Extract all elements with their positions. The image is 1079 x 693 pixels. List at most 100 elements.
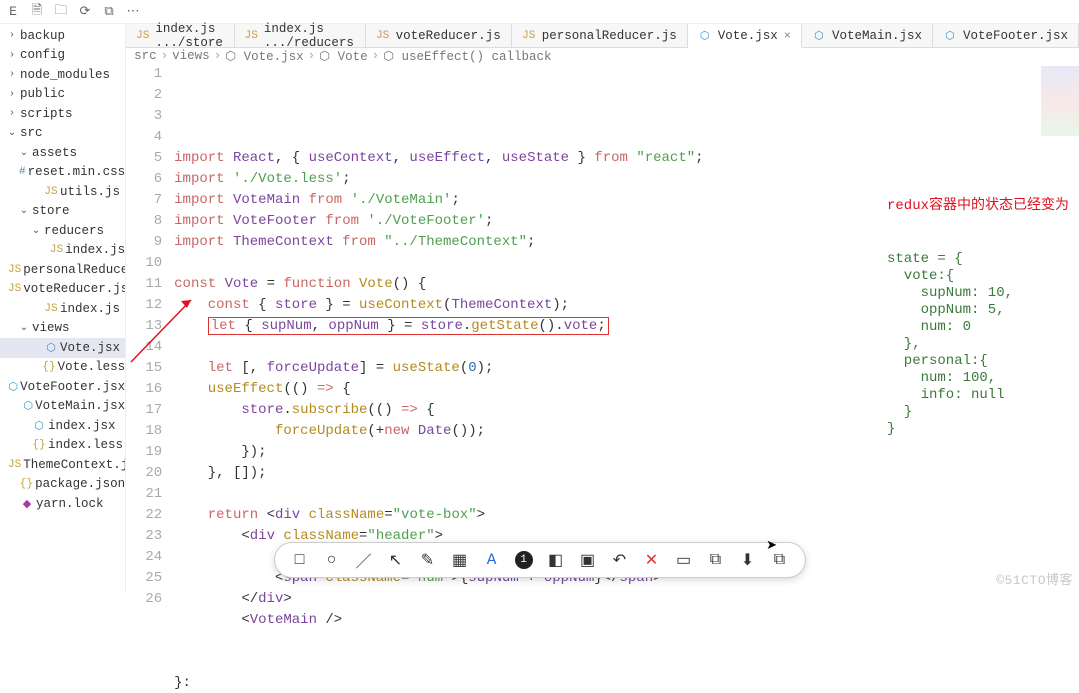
tree-item[interactable]: {}package.json: [0, 475, 125, 495]
editor-tab[interactable]: JS voteReducer.js: [366, 24, 512, 47]
tree-item[interactable]: {}Vote.less: [0, 358, 125, 378]
tree-item[interactable]: JSpersonalReduce...: [0, 260, 125, 280]
toolbar-item[interactable]: ▭: [675, 551, 693, 569]
breadcrumb-item[interactable]: src: [134, 49, 157, 63]
tree-label: VoteMain.jsx: [35, 399, 125, 413]
file-icon: JS: [8, 283, 21, 295]
tree-item[interactable]: JSThemeContext.js: [0, 455, 125, 475]
toolbar-item[interactable]: ⬇: [739, 551, 757, 569]
code-editor[interactable]: 1234567891011121314151617181920212223242…: [126, 64, 1079, 693]
filetype-icon: JS: [376, 30, 390, 42]
code-line[interactable]: <VoteMain />: [174, 610, 1079, 631]
code-line[interactable]: [174, 484, 1079, 505]
tree-label: scripts: [20, 107, 73, 121]
toolbar-item[interactable]: ✕: [643, 551, 661, 569]
new-folder-icon[interactable]: 🗀: [54, 5, 68, 19]
filetype-icon: JS: [136, 30, 149, 42]
tree-item[interactable]: JSutils.js: [0, 182, 125, 202]
breadcrumb-item[interactable]: views: [172, 49, 210, 63]
tree-item[interactable]: ⬡index.jsx: [0, 416, 125, 436]
toolbar-item[interactable]: ／: [355, 551, 373, 569]
tree-item[interactable]: ›scripts: [0, 104, 125, 124]
code-line[interactable]: }:: [174, 673, 1079, 693]
tree-item[interactable]: ⌄src: [0, 124, 125, 144]
tree-label: package.json: [35, 477, 125, 491]
editor-tab[interactable]: JSindex.js .../reducers: [235, 24, 366, 47]
file-icon: {}: [32, 439, 46, 451]
tree-label: index.less: [48, 438, 123, 452]
tree-item[interactable]: #reset.min.css: [0, 163, 125, 183]
tree-label: node_modules: [20, 68, 110, 82]
tree-label: VoteFooter.jsx: [20, 380, 125, 394]
tree-item[interactable]: ›config: [0, 46, 125, 66]
tree-item[interactable]: ◆yarn.lock: [0, 494, 125, 514]
toolbar-item[interactable]: ▣: [579, 551, 597, 569]
file-icon: ⬡: [24, 399, 34, 413]
close-icon[interactable]: ×: [784, 29, 791, 43]
tree-item[interactable]: JSindex.js: [0, 241, 125, 261]
line-gutter: 1234567891011121314151617181920212223242…: [126, 64, 174, 693]
annotation-title: redux容器中的状态已经变为: [887, 198, 1069, 215]
toolbar-item[interactable]: ↶: [611, 551, 629, 569]
minimap[interactable]: [1041, 66, 1079, 136]
toolbar-item[interactable]: ⧉: [771, 551, 789, 569]
collapse-icon[interactable]: ⧉: [102, 5, 116, 19]
toolbar-item[interactable]: A: [483, 551, 501, 569]
toolbar-item[interactable]: ✎: [419, 551, 437, 569]
breadcrumb-item[interactable]: ⬡ Vote: [319, 48, 367, 64]
editor-tab[interactable]: JSindex.js .../store: [126, 24, 235, 47]
tree-item[interactable]: ›backup: [0, 26, 125, 46]
editor-tab[interactable]: ⬡VoteMain.jsx: [802, 24, 933, 47]
screenshot-toolbar[interactable]: □ ○ ／ ↖ ✎ ▦ A1 ◧ ▣ ↶ ✕ ▭ ⧉ ⬇ ⧉: [274, 542, 806, 578]
toolbar-item[interactable]: ▦: [451, 551, 469, 569]
cursor-icon: ➤: [766, 538, 777, 553]
file-icon: JS: [44, 303, 58, 315]
tree-item[interactable]: ›public: [0, 85, 125, 105]
annotation-overlay: redux容器中的状态已经变为 state = { vote:{ supNum:…: [887, 164, 1069, 472]
code-line[interactable]: [174, 652, 1079, 673]
toolbar-item[interactable]: 1: [515, 551, 533, 569]
tree-label: index.js: [65, 243, 125, 257]
tree-item[interactable]: ⌄store: [0, 202, 125, 222]
tree-item[interactable]: ⌄views: [0, 319, 125, 339]
tab-label: voteReducer.js: [396, 29, 501, 43]
toolbar-item[interactable]: □: [291, 551, 309, 569]
tree-item[interactable]: {}index.less: [0, 436, 125, 456]
code-line[interactable]: </div>: [174, 589, 1079, 610]
editor-tabs: JSindex.js .../storeJSindex.js .../reduc…: [126, 24, 1079, 48]
refresh-icon[interactable]: ⟳: [78, 5, 92, 19]
tree-item[interactable]: JSvoteReducer.js: [0, 280, 125, 300]
tree-item[interactable]: ⬡VoteMain.jsx: [0, 397, 125, 417]
tree-label: views: [32, 321, 70, 335]
breadcrumb-item[interactable]: ⬡ useEffect() callback: [383, 48, 551, 64]
tree-label: Vote.jsx: [60, 341, 120, 355]
tab-label: personalReducer.js: [542, 29, 677, 43]
code-line[interactable]: [174, 631, 1079, 652]
tree-item[interactable]: ⌄reducers: [0, 221, 125, 241]
tree-label: assets: [32, 146, 77, 160]
tree-label: public: [20, 87, 65, 101]
breadcrumb[interactable]: src›views›⬡ Vote.jsx›⬡ Vote›⬡ useEffect(…: [126, 48, 1079, 64]
annotation-body: state = { vote:{ supNum: 10, oppNum: 5, …: [887, 251, 1069, 438]
editor-tab[interactable]: JSpersonalReducer.js: [512, 24, 688, 47]
file-icon: JS: [8, 459, 21, 471]
tree-item[interactable]: ⬡VoteFooter.jsx: [0, 377, 125, 397]
breadcrumb-item[interactable]: ⬡ Vote.jsx: [225, 48, 303, 64]
tree-item[interactable]: ›node_modules: [0, 65, 125, 85]
editor-tab[interactable]: ⬡VoteFooter.jsx: [933, 24, 1079, 47]
toolbar-item[interactable]: ○: [323, 551, 341, 569]
code-line[interactable]: return <div className="vote-box">: [174, 505, 1079, 526]
toolbar-item[interactable]: ⧉: [707, 551, 725, 569]
tree-item[interactable]: JSindex.js: [0, 299, 125, 319]
tab-label: VoteMain.jsx: [832, 29, 922, 43]
editor-tab[interactable]: ⬡Vote.jsx×: [688, 24, 802, 48]
tree-item[interactable]: ⌄assets: [0, 143, 125, 163]
tab-label: Vote.jsx: [718, 29, 778, 43]
tree-item[interactable]: ⬡Vote.jsx: [0, 338, 125, 358]
toolbar-item[interactable]: ◧: [547, 551, 565, 569]
toolbar-item[interactable]: ↖: [387, 551, 405, 569]
new-file-icon[interactable]: 🗎: [30, 5, 44, 19]
tree-label: reducers: [44, 224, 104, 238]
tab-label: VoteFooter.jsx: [963, 29, 1068, 43]
more-icon[interactable]: ⋯: [126, 5, 140, 19]
